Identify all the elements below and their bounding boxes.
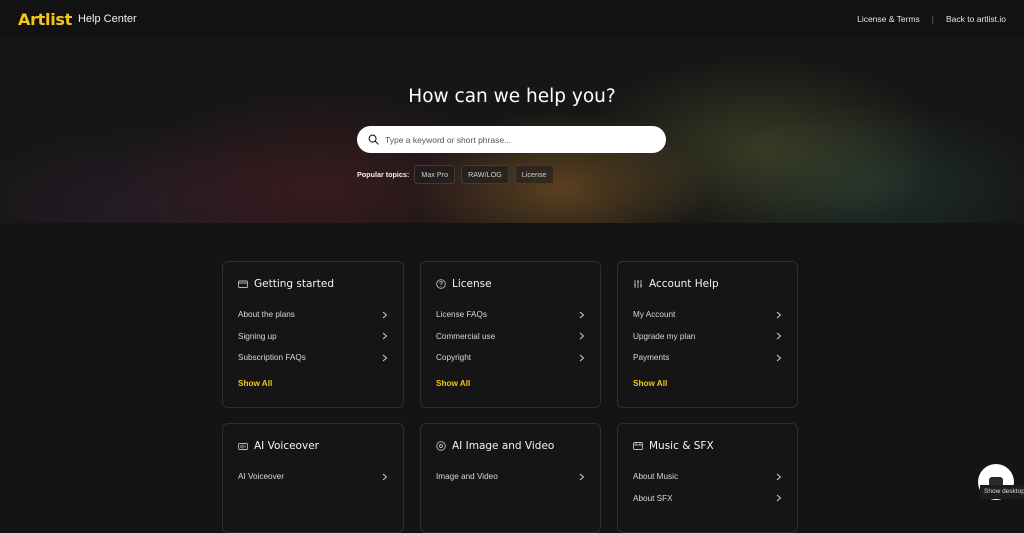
card-link[interactable]: Subscription FAQs bbox=[238, 347, 388, 369]
image-video-icon bbox=[436, 441, 446, 451]
card-license: License License FAQs Commercial use Copy… bbox=[420, 261, 601, 408]
card-link[interactable]: My Account bbox=[633, 304, 782, 326]
topic-chip-max-pro[interactable]: Max Pro bbox=[414, 165, 456, 184]
license-terms-link[interactable]: License & Terms bbox=[857, 14, 920, 24]
card-icon bbox=[238, 280, 248, 288]
category-cards: Getting started About the plans Signing … bbox=[222, 261, 800, 533]
chevron-right-icon bbox=[579, 354, 585, 362]
card-link[interactable]: AI Voiceover bbox=[238, 466, 388, 488]
chevron-right-icon bbox=[776, 332, 782, 340]
voiceover-icon bbox=[238, 443, 248, 450]
card-link[interactable]: Payments bbox=[633, 347, 782, 369]
top-bar: Artlist Help Center License & Terms | Ba… bbox=[0, 0, 1024, 38]
card-link-label: License FAQs bbox=[436, 310, 487, 320]
chevron-right-icon bbox=[382, 311, 388, 319]
card-ai-voiceover: AI Voiceover AI Voiceover bbox=[222, 423, 404, 533]
card-title: Account Help bbox=[649, 278, 719, 290]
card-link-label: Image and Video bbox=[436, 472, 498, 482]
card-link-label: My Account bbox=[633, 310, 676, 320]
card-title: License bbox=[452, 278, 492, 290]
card-link[interactable]: About the plans bbox=[238, 304, 388, 326]
card-title: AI Voiceover bbox=[254, 440, 319, 452]
popular-topics-label: Popular topics: bbox=[357, 170, 410, 179]
card-title: Getting started bbox=[254, 278, 334, 290]
show-desktop-label[interactable]: Show desktop bbox=[980, 485, 1024, 499]
chevron-right-icon bbox=[382, 332, 388, 340]
show-all-link[interactable]: Show All bbox=[238, 379, 388, 388]
hero-section: How can we help you? Popular topics: Max… bbox=[0, 38, 1024, 223]
show-all-link[interactable]: Show All bbox=[436, 379, 585, 388]
question-circle-icon bbox=[436, 279, 446, 289]
chevron-right-icon bbox=[382, 473, 388, 481]
topic-chip-license[interactable]: License bbox=[514, 165, 554, 184]
top-links: License & Terms | Back to artlist.io bbox=[857, 14, 1006, 24]
chevron-right-icon bbox=[579, 311, 585, 319]
chevron-right-icon bbox=[776, 473, 782, 481]
card-link[interactable]: Signing up bbox=[238, 326, 388, 348]
card-link-label: Commercial use bbox=[436, 331, 496, 341]
card-link[interactable]: License FAQs bbox=[436, 304, 585, 326]
card-link[interactable]: About SFX bbox=[633, 488, 782, 510]
help-center-label: Help Center bbox=[77, 13, 137, 25]
artlist-logo[interactable]: Artlist bbox=[18, 10, 72, 29]
card-getting-started: Getting started About the plans Signing … bbox=[222, 261, 404, 408]
card-link-label: About the plans bbox=[238, 310, 295, 320]
chevron-right-icon bbox=[776, 494, 782, 502]
search-input[interactable] bbox=[385, 134, 655, 145]
card-link-label: Subscription FAQs bbox=[238, 353, 306, 363]
search-icon bbox=[368, 134, 379, 145]
card-title: Music & SFX bbox=[649, 440, 714, 452]
card-title: AI Image and Video bbox=[452, 440, 555, 452]
hero-title: How can we help you? bbox=[408, 86, 616, 107]
card-link-label: Payments bbox=[633, 353, 670, 363]
chevron-right-icon bbox=[579, 332, 585, 340]
card-link-label: About SFX bbox=[633, 493, 673, 503]
popular-topics: Popular topics: Max Pro RAW/LOG License bbox=[357, 165, 560, 184]
back-to-artlist-link[interactable]: Back to artlist.io bbox=[946, 14, 1006, 24]
card-link[interactable]: Upgrade my plan bbox=[633, 326, 782, 348]
card-link[interactable]: Image and Video bbox=[436, 466, 585, 488]
sliders-icon bbox=[634, 280, 642, 288]
search-bar[interactable] bbox=[357, 126, 666, 153]
chevron-right-icon bbox=[776, 354, 782, 362]
card-music-sfx: Music & SFX About Music About SFX bbox=[617, 423, 798, 533]
card-link[interactable]: Commercial use bbox=[436, 326, 585, 348]
card-link-label: Upgrade my plan bbox=[633, 331, 696, 341]
card-link-label: About Music bbox=[633, 472, 679, 482]
chevron-right-icon bbox=[776, 311, 782, 319]
music-icon bbox=[633, 442, 643, 450]
card-link-label: AI Voiceover bbox=[238, 472, 284, 482]
card-link[interactable]: About Music bbox=[633, 466, 782, 488]
card-account-help: Account Help My Account Upgrade my plan … bbox=[617, 261, 798, 408]
link-separator: | bbox=[931, 14, 934, 24]
card-link-label: Signing up bbox=[238, 331, 277, 341]
chevron-right-icon bbox=[382, 354, 388, 362]
card-ai-image-video: AI Image and Video Image and Video bbox=[420, 423, 601, 533]
card-link[interactable]: Copyright bbox=[436, 347, 585, 369]
chevron-right-icon bbox=[579, 473, 585, 481]
topic-chip-raw-log[interactable]: RAW/LOG bbox=[461, 165, 509, 184]
show-all-link[interactable]: Show All bbox=[633, 379, 782, 388]
card-link-label: Copyright bbox=[436, 353, 472, 363]
